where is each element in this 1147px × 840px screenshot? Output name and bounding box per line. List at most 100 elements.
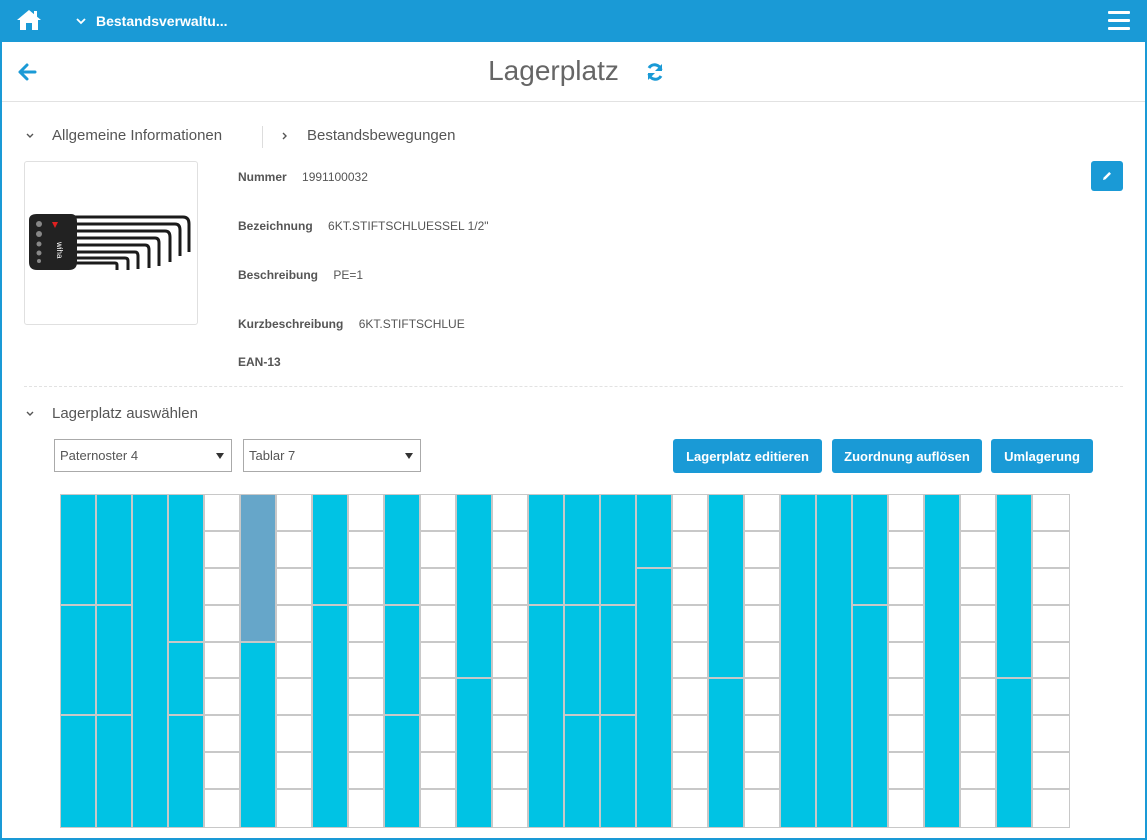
storage-slot-occupied[interactable] xyxy=(853,495,887,604)
storage-slot-empty[interactable] xyxy=(421,753,455,788)
storage-slot-empty[interactable] xyxy=(277,643,311,677)
location-section-header[interactable]: Lagerplatz auswählen xyxy=(24,405,198,422)
storage-slot-empty[interactable] xyxy=(889,753,923,788)
storage-slot-empty[interactable] xyxy=(493,679,527,714)
storage-slot-occupied[interactable] xyxy=(61,606,95,714)
storage-slot-empty[interactable] xyxy=(421,532,455,567)
storage-slot-empty[interactable] xyxy=(349,643,383,677)
storage-slot-empty[interactable] xyxy=(889,569,923,604)
storage-slot-empty[interactable] xyxy=(1033,606,1069,641)
storage-slot-occupied[interactable] xyxy=(97,495,131,604)
storage-slot-empty[interactable] xyxy=(961,532,995,567)
storage-slot-occupied[interactable] xyxy=(853,606,887,827)
storage-slot-occupied[interactable] xyxy=(601,716,635,827)
storage-slot-empty[interactable] xyxy=(349,790,383,827)
storage-slot-empty[interactable] xyxy=(277,753,311,788)
storage-slot-occupied[interactable] xyxy=(169,716,203,827)
storage-slot-empty[interactable] xyxy=(349,679,383,714)
storage-slot-empty[interactable] xyxy=(1033,753,1069,788)
storage-slot-occupied[interactable] xyxy=(601,606,635,714)
storage-slot-occupied[interactable] xyxy=(241,643,275,827)
storage-slot-occupied[interactable] xyxy=(385,495,419,604)
storage-slot-selected[interactable] xyxy=(241,495,275,641)
storage-slot-occupied[interactable] xyxy=(61,495,95,604)
storage-slot-empty[interactable] xyxy=(277,790,311,827)
storage-slot-empty[interactable] xyxy=(277,716,311,751)
storage-slot-empty[interactable] xyxy=(961,643,995,677)
storage-slot-empty[interactable] xyxy=(421,643,455,677)
storage-slot-empty[interactable] xyxy=(277,569,311,604)
storage-slot-empty[interactable] xyxy=(673,790,707,827)
storage-slot-occupied[interactable] xyxy=(709,495,743,677)
storage-slot-empty[interactable] xyxy=(421,569,455,604)
storage-slot-empty[interactable] xyxy=(493,790,527,827)
storage-slot-empty[interactable] xyxy=(1033,532,1069,567)
storage-slot-empty[interactable] xyxy=(205,643,239,677)
storage-slot-empty[interactable] xyxy=(673,716,707,751)
storage-slot-empty[interactable] xyxy=(205,679,239,714)
storage-slot-empty[interactable] xyxy=(673,495,707,530)
storage-slot-empty[interactable] xyxy=(673,569,707,604)
storage-slot-empty[interactable] xyxy=(961,679,995,714)
storage-slot-occupied[interactable] xyxy=(529,495,563,604)
storage-slot-empty[interactable] xyxy=(889,606,923,641)
storage-slot-empty[interactable] xyxy=(493,643,527,677)
storage-slot-occupied[interactable] xyxy=(457,679,491,827)
unassign-button[interactable]: Zuordnung auflösen xyxy=(832,439,982,473)
tab-general-information[interactable]: Allgemeine Informationen xyxy=(24,127,222,144)
storage-slot-empty[interactable] xyxy=(889,679,923,714)
storage-slot-occupied[interactable] xyxy=(637,569,671,827)
storage-slot-occupied[interactable] xyxy=(817,495,851,827)
storage-slot-occupied[interactable] xyxy=(457,495,491,677)
storage-slot-occupied[interactable] xyxy=(637,495,671,567)
storage-slot-occupied[interactable] xyxy=(313,606,347,827)
storage-slot-occupied[interactable] xyxy=(97,606,131,714)
storage-slot-occupied[interactable] xyxy=(529,606,563,827)
storage-slot-empty[interactable] xyxy=(673,753,707,788)
storage-slot-occupied[interactable] xyxy=(313,495,347,604)
storage-slot-empty[interactable] xyxy=(277,679,311,714)
storage-slot-empty[interactable] xyxy=(889,532,923,567)
storage-slot-occupied[interactable] xyxy=(169,643,203,714)
storage-slot-empty[interactable] xyxy=(205,532,239,567)
storage-slot-empty[interactable] xyxy=(493,606,527,641)
storage-slot-occupied[interactable] xyxy=(781,495,815,827)
storage-slot-empty[interactable] xyxy=(745,532,779,567)
storage-slot-occupied[interactable] xyxy=(385,606,419,714)
storage-slot-empty[interactable] xyxy=(349,495,383,530)
storage-slot-empty[interactable] xyxy=(961,495,995,530)
storage-slot-empty[interactable] xyxy=(421,679,455,714)
relocate-button[interactable]: Umlagerung xyxy=(991,439,1093,473)
edit-location-button[interactable]: Lagerplatz editieren xyxy=(673,439,822,473)
storage-slot-occupied[interactable] xyxy=(601,495,635,604)
storage-slot-empty[interactable] xyxy=(493,753,527,788)
storage-slot-empty[interactable] xyxy=(349,532,383,567)
storage-slot-empty[interactable] xyxy=(745,643,779,677)
storage-slot-occupied[interactable] xyxy=(565,606,599,714)
edit-product-button[interactable] xyxy=(1091,161,1123,191)
storage-slot-occupied[interactable] xyxy=(997,679,1031,827)
storage-slot-occupied[interactable] xyxy=(169,495,203,641)
storage-slot-occupied[interactable] xyxy=(997,495,1031,677)
storage-slot-empty[interactable] xyxy=(673,643,707,677)
storage-slot-empty[interactable] xyxy=(349,716,383,751)
storage-slot-empty[interactable] xyxy=(205,716,239,751)
storage-slot-occupied[interactable] xyxy=(925,495,959,827)
storage-slot-empty[interactable] xyxy=(745,753,779,788)
storage-slot-occupied[interactable] xyxy=(385,716,419,827)
storage-slot-empty[interactable] xyxy=(889,790,923,827)
home-icon[interactable] xyxy=(16,8,42,34)
storage-slot-occupied[interactable] xyxy=(61,716,95,827)
storage-slot-empty[interactable] xyxy=(961,569,995,604)
storage-slot-empty[interactable] xyxy=(421,495,455,530)
storage-slot-empty[interactable] xyxy=(205,790,239,827)
tablar-select[interactable]: Tablar 7 xyxy=(243,439,421,472)
storage-slot-empty[interactable] xyxy=(745,679,779,714)
storage-slot-empty[interactable] xyxy=(673,532,707,567)
storage-slot-empty[interactable] xyxy=(349,569,383,604)
paternoster-select[interactable]: Paternoster 4 xyxy=(54,439,232,472)
storage-slot-empty[interactable] xyxy=(277,606,311,641)
storage-slot-empty[interactable] xyxy=(277,532,311,567)
storage-slot-empty[interactable] xyxy=(745,790,779,827)
hamburger-menu-icon[interactable] xyxy=(1108,11,1130,31)
